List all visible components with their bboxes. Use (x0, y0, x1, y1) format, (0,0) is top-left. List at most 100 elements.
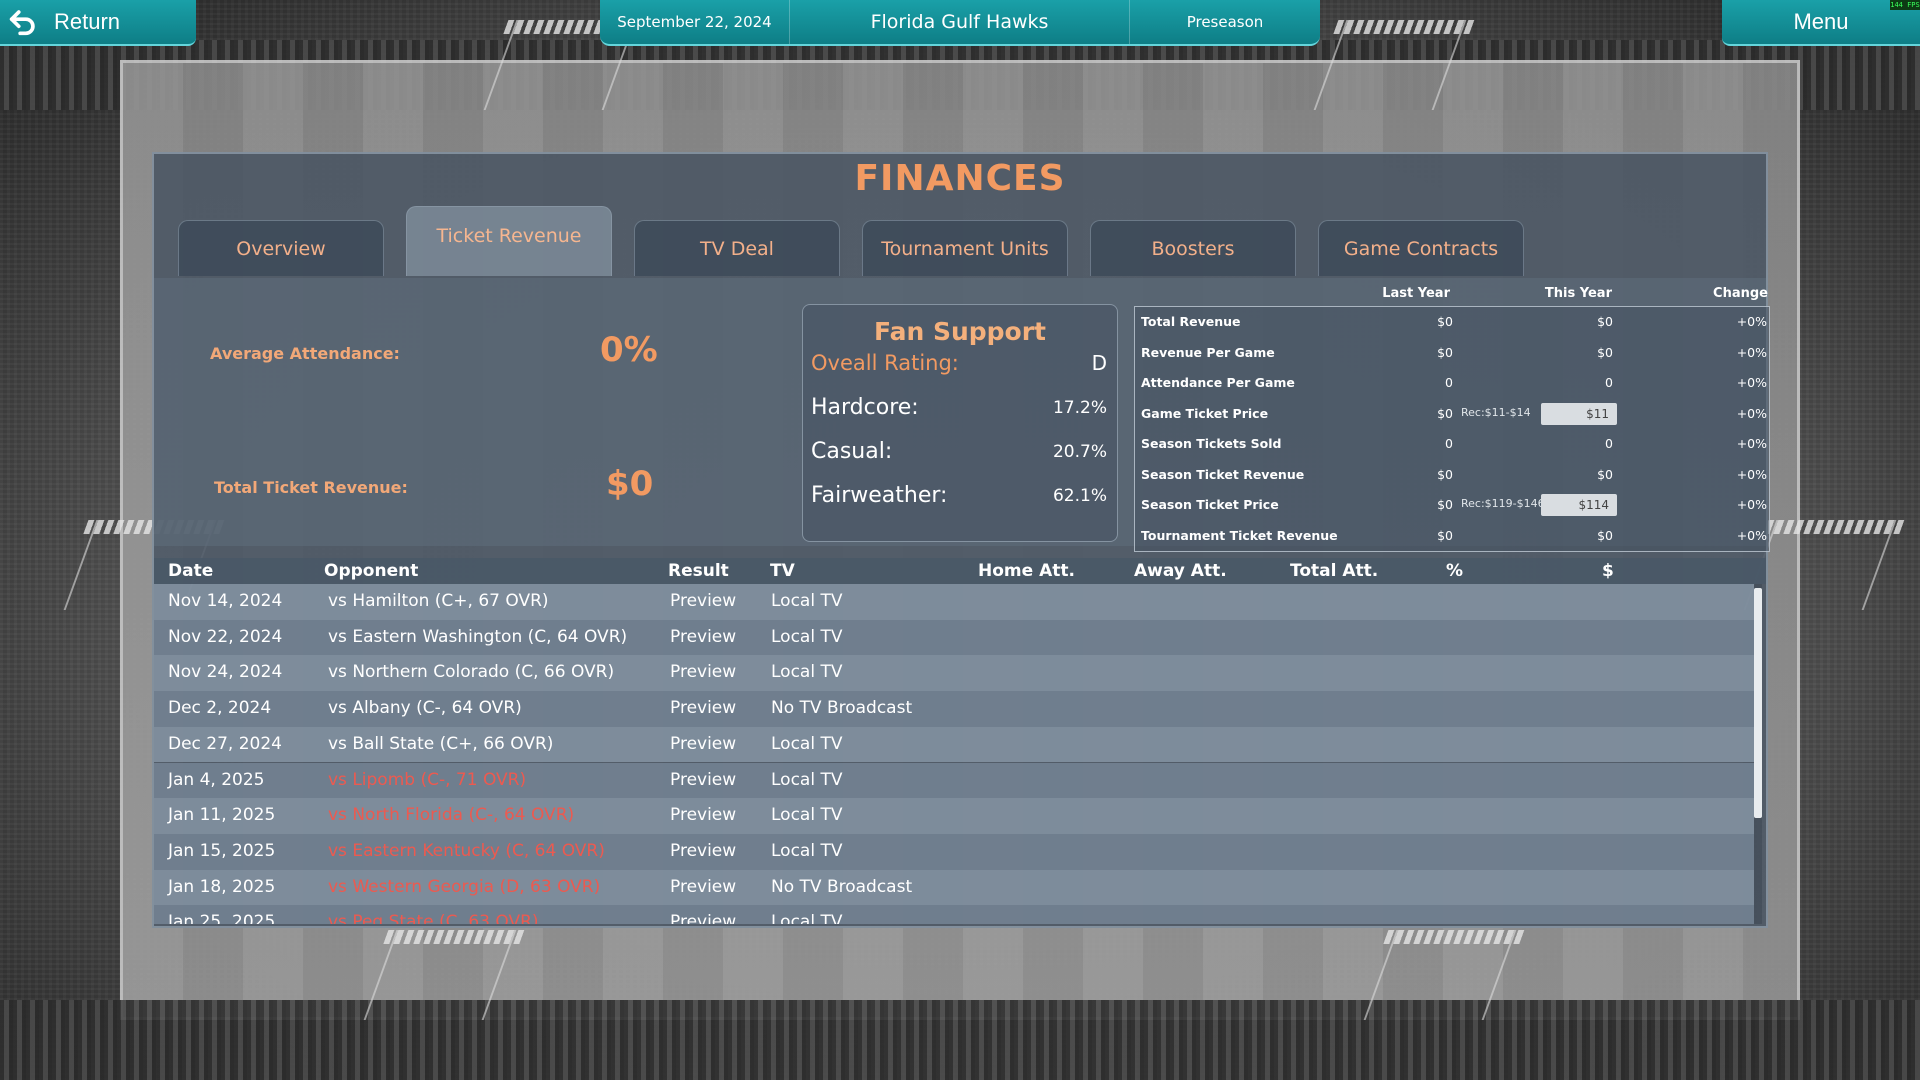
tv-broadcast: Local TV (771, 769, 843, 790)
casual-label: Casual: (811, 439, 893, 464)
summary-row-attendance-per-game: Attendance Per Game 0 0 +0% (1135, 368, 1769, 398)
schedule-row[interactable]: Jan 15, 2025 vs Eastern Kentucky (C, 64 O… (154, 833, 1754, 870)
col-total-att: Total Att. (1290, 561, 1379, 581)
return-button[interactable]: Return (0, 0, 196, 46)
game-date: Jan 11, 2025 (168, 805, 276, 826)
schedule-row[interactable]: Jan 18, 2025 vs Western Georgia (D, 63 OV… (154, 869, 1754, 906)
row-label: Game Ticket Price (1141, 405, 1269, 421)
tab-label: TV Deal (700, 237, 774, 260)
game-date: Dec 2, 2024 (168, 698, 272, 719)
col-away-att: Away Att. (1134, 561, 1227, 581)
header-change: Change (1713, 286, 1768, 301)
this-year-value: 0 (1605, 436, 1613, 451)
tab-overview[interactable]: Overview (178, 220, 384, 276)
col-percent: % (1446, 561, 1464, 581)
summary-row-season-ticket-price: Season Ticket Price $0 Rec:$119-$146 +0% (1135, 490, 1769, 520)
tab-label: Boosters (1151, 237, 1235, 260)
page-title: FINANCES (854, 158, 1066, 199)
tab-label: Overview (236, 237, 326, 260)
tv-broadcast: Local TV (771, 626, 843, 647)
header-last-year: Last Year (1382, 286, 1450, 301)
result-link[interactable]: Preview (670, 912, 736, 924)
average-attendance-label: Average Attendance: (210, 344, 400, 363)
tv-broadcast: Local TV (771, 805, 843, 826)
result-link[interactable]: Preview (670, 698, 736, 718)
schedule-row[interactable]: Dec 27, 2024 vs Ball State (C+, 66 OVR) Pr… (154, 726, 1754, 763)
game-date: Jan 4, 2025 (168, 769, 265, 790)
schedule-row[interactable]: Jan 4, 2025 vs Lipomb (C-, 71 OVR) Preview… (154, 762, 1754, 799)
opponent-name: vs Northern Colorado (C, 66 OVR) (328, 662, 615, 683)
col-home-att: Home Att. (978, 561, 1075, 581)
last-year-value: 0 (1445, 375, 1453, 390)
game-ticket-price-input[interactable] (1541, 402, 1617, 425)
scrollbar-thumb[interactable] (1754, 588, 1762, 818)
fps-counter: 144 FPS (1890, 0, 1920, 10)
summary-row-season-ticket-revenue: Season Ticket Revenue $0 $0 +0% (1135, 460, 1769, 490)
header-this-year: This Year (1544, 286, 1612, 301)
team-name: Florida Gulf Hawks (790, 0, 1130, 44)
schedule-table-body[interactable]: Nov 14, 2024 vs Hamilton (C+, 67 OVR) Prev… (154, 584, 1760, 924)
tab-tv-deal[interactable]: TV Deal (634, 220, 840, 276)
schedule-row[interactable]: Jan 25, 2025 vs Peg State (C, 63 OVR) Prev… (154, 905, 1754, 924)
result-link[interactable]: Preview (670, 662, 736, 682)
game-date: Nov 24, 2024 (168, 662, 283, 683)
row-label: Total Revenue (1141, 314, 1241, 329)
tv-broadcast: Local TV (771, 662, 843, 683)
recommended-price-range: Rec:$11-$14 (1461, 405, 1531, 419)
result-link[interactable]: Preview (670, 841, 736, 861)
schedule-table-header: Date Opponent Result TV Home Att. Away A… (154, 558, 1766, 584)
this-year-value: 0 (1605, 375, 1613, 390)
row-label: Attendance Per Game (1141, 375, 1295, 390)
opponent-name: vs Western Georgia (D, 63 OVR) (328, 876, 601, 897)
tv-broadcast: No TV Broadcast (771, 876, 913, 897)
row-label: Season Ticket Price (1141, 497, 1279, 512)
opponent-name: vs Ball State (C+, 66 OVR) (328, 733, 554, 754)
change-value: +0% (1736, 497, 1767, 512)
result-link[interactable]: Preview (670, 877, 736, 897)
summary-body: Total Revenue $0 $0 +0% Revenue Per Game… (1134, 306, 1770, 552)
game-date: Dec 27, 2024 (168, 733, 283, 754)
result-link[interactable]: Preview (670, 734, 736, 754)
summary-row-revenue-per-game: Revenue Per Game $0 $0 +0% (1135, 338, 1769, 368)
schedule-row[interactable]: Dec 2, 2024 vs Albany (C-, 64 OVR) Preview… (154, 691, 1754, 727)
result-link[interactable]: Preview (670, 805, 736, 825)
season-ticket-price-input[interactable] (1541, 494, 1617, 516)
tab-ticket-revenue[interactable]: Ticket Revenue (406, 206, 612, 276)
result-link[interactable]: Preview (670, 627, 736, 647)
overall-rating-value: D (1091, 351, 1107, 375)
summary-row-season-tickets-sold: Season Tickets Sold 0 0 +0% (1135, 429, 1769, 459)
last-year-value: $0 (1437, 497, 1453, 512)
opponent-name: vs Eastern Kentucky (C, 64 OVR) (328, 840, 605, 861)
opponent-name: vs Eastern Washington (C, 64 OVR) (328, 626, 628, 647)
schedule-row[interactable]: Nov 24, 2024 vs Northern Colorado (C, 66 … (154, 655, 1754, 692)
schedule-row[interactable]: Nov 22, 2024 vs Eastern Washington (C, 64… (154, 619, 1754, 656)
return-label: Return (54, 9, 121, 34)
last-year-value: $0 (1437, 344, 1453, 360)
col-result: Result (668, 561, 729, 581)
tab-game-contracts[interactable]: Game Contracts (1318, 220, 1524, 276)
summary-row-tournament-ticket-revenue: Tournament Ticket Revenue $0 $0 +0% (1135, 521, 1769, 551)
change-value: +0% (1736, 375, 1767, 390)
tv-broadcast: Local TV (771, 733, 843, 754)
tab-boosters[interactable]: Boosters (1090, 220, 1296, 276)
result-link[interactable]: Preview (670, 770, 736, 790)
hardcore-row: Hardcore: 17.2% (811, 395, 1107, 420)
overall-rating-row: Oveall Rating: D (811, 351, 1107, 375)
tab-tournament-units[interactable]: Tournament Units (862, 220, 1068, 276)
schedule-scrollbar[interactable] (1754, 584, 1762, 924)
change-value: +0% (1736, 314, 1767, 329)
return-arrow-icon (9, 10, 35, 36)
last-year-value: $0 (1437, 405, 1453, 421)
fan-support-box: Fan Support Oveall Rating: D Hardcore: 1… (802, 304, 1118, 542)
opponent-name: vs Albany (C-, 64 OVR) (328, 698, 522, 719)
header-info-bar: September 22, 2024 Florida Gulf Hawks Pr… (600, 0, 1320, 46)
summary-row-game-ticket-price: Game Ticket Price $0 Rec:$11-$14 +0% (1135, 399, 1769, 429)
schedule-row[interactable]: Nov 14, 2024 vs Hamilton (C+, 67 OVR) Prev… (154, 584, 1754, 620)
finances-panel: FINANCES Overview Ticket Revenue TV Deal… (152, 152, 1770, 928)
hardcore-value: 17.2% (1052, 397, 1107, 418)
result-link[interactable]: Preview (670, 591, 736, 611)
recommended-price-range: Rec:$119-$146 (1461, 497, 1545, 510)
current-date: September 22, 2024 (600, 0, 790, 44)
overall-rating-label: Oveall Rating: (811, 351, 959, 375)
schedule-row[interactable]: Jan 11, 2025 vs North Florida (C-, 64 OVR… (154, 798, 1754, 834)
